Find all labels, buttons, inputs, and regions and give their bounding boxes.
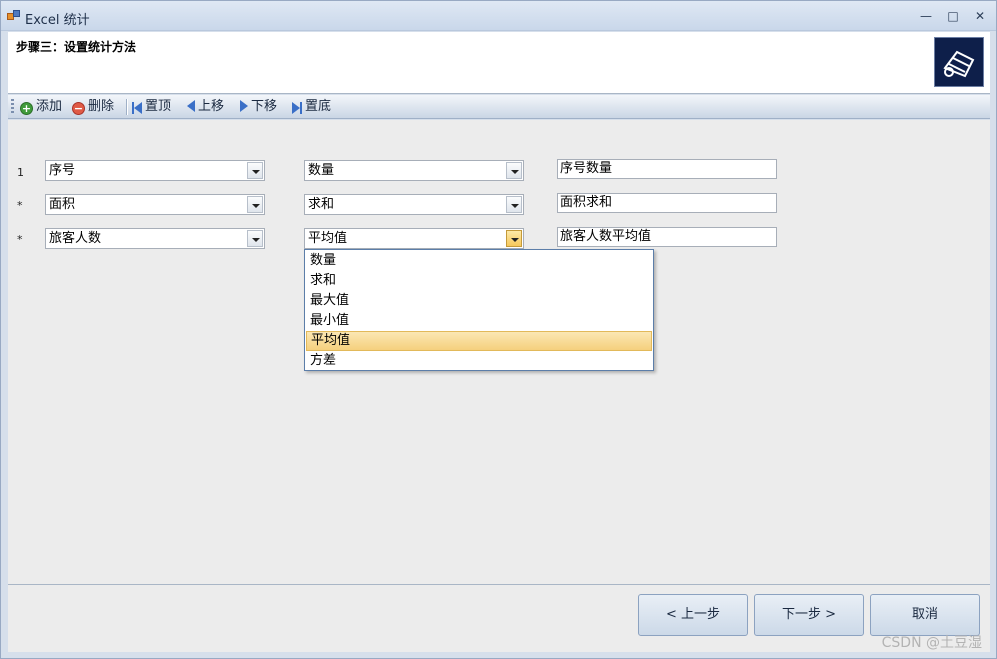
field-select[interactable]: 旅客人数 [45,228,265,249]
dropdown-option[interactable]: 最大值 [306,291,652,311]
move-down-button[interactable]: 下移 [240,98,277,116]
toolbar-grip[interactable] [11,99,14,115]
window-title: Excel 统计 [25,13,90,28]
chevron-down-icon[interactable] [247,162,263,179]
minus-icon: − [72,102,85,115]
cancel-button[interactable]: 取消 [870,594,980,636]
result-name-input[interactable]: 序号数量 [557,159,777,179]
prev-step-button[interactable]: < 上一步 [638,594,748,636]
field-select[interactable]: 面积 [45,194,265,215]
dropdown-option[interactable]: 求和 [306,271,652,291]
dropdown-option-selected[interactable]: 平均值 [306,331,652,351]
row-index: * [17,199,23,212]
field-select[interactable]: 序号 [45,160,265,181]
move-bottom-icon [292,100,302,118]
wizard-window: Excel 统计 — □ ✕ 步骤三：设置统计方法 + 添加 − 删除 置顶 上… [0,0,997,659]
method-select-open[interactable]: 平均值 [304,228,524,249]
close-button[interactable]: ✕ [970,7,990,25]
result-name-input[interactable]: 旅客人数平均值 [557,227,777,247]
step-title: 步骤三：设置统计方法 [16,40,137,54]
toolbar: + 添加 − 删除 置顶 上移 下移 置底 [8,95,990,119]
move-top-button[interactable]: 置顶 [132,98,171,116]
delete-button[interactable]: − 删除 [72,98,114,116]
plus-icon: + [20,102,33,115]
app-icon [7,10,21,22]
maximize-button[interactable]: □ [943,7,963,25]
dropdown-option[interactable]: 方差 [306,351,652,371]
dropdown-option[interactable]: 数量 [306,251,652,271]
arrow-right-icon [240,100,248,112]
method-select[interactable]: 数量 [304,160,524,181]
next-step-button[interactable]: 下一步 > [754,594,864,636]
wizard-header: 步骤三：设置统计方法 [8,32,990,94]
row-index: * [17,233,23,246]
chevron-down-icon[interactable] [506,230,522,247]
dropdown-option[interactable]: 最小值 [306,311,652,331]
result-name-input[interactable]: 面积求和 [557,193,777,213]
arrow-left-icon [187,100,195,112]
row-index: 1 [17,166,24,179]
move-bottom-button[interactable]: 置底 [292,98,331,116]
chevron-down-icon[interactable] [247,230,263,247]
title-bar: Excel 统计 — □ ✕ [1,1,996,31]
add-button[interactable]: + 添加 [20,98,62,116]
chevron-down-icon[interactable] [506,162,522,179]
watermark: CSDN @土豆湿 [881,635,982,651]
toolbar-separator [126,99,127,115]
move-up-button[interactable]: 上移 [187,98,224,116]
wizard-logo-icon [934,37,984,87]
move-top-icon [132,100,142,118]
chevron-down-icon[interactable] [506,196,522,213]
wizard-footer: < 上一步 下一步 > 取消 [8,584,990,652]
method-dropdown-list: 数量 求和 最大值 最小值 平均值 方差 [304,249,654,371]
chevron-down-icon[interactable] [247,196,263,213]
method-select[interactable]: 求和 [304,194,524,215]
minimize-button[interactable]: — [916,7,936,25]
